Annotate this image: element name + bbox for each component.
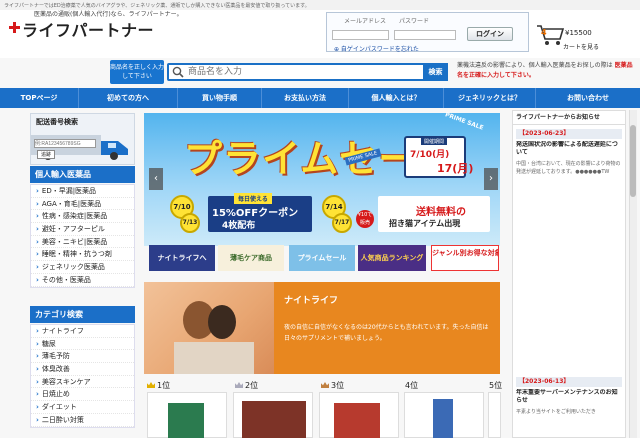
news-body: 平素より当サイトをご利用いただき xyxy=(516,409,596,415)
sub-banner-hair-care[interactable]: 薄毛ケア商品 xyxy=(218,245,284,271)
day-badge: 7/13 xyxy=(180,213,200,233)
category-item[interactable]: 避妊・アフターピル xyxy=(31,223,134,236)
category-item[interactable]: 睡眠・精神・抗うつ剤 xyxy=(31,248,134,262)
nav-shopping-steps[interactable]: 買い物手順 xyxy=(178,88,262,108)
free-shipping-sub: 招き猫アイテム出現 xyxy=(389,219,461,228)
notice-main: 薬機法違反の影響により、個人輸入医薬品をお探しの際は xyxy=(457,62,613,69)
news-title[interactable]: 発送国状況の影響による配送遅延について xyxy=(516,141,622,157)
category-search-item[interactable]: 二日酔い対策 xyxy=(31,414,134,427)
coupon-daily-label: 毎日使える xyxy=(234,193,272,204)
crown-icon xyxy=(147,382,155,388)
rank-product-card[interactable] xyxy=(404,392,484,438)
rank-label: 5位 xyxy=(489,380,502,391)
forgot-password-link[interactable]: ⊕ 自ゲインパスワードを忘れた xyxy=(334,44,419,53)
rank-product-card[interactable] xyxy=(488,392,501,438)
category-item[interactable]: 性病・感染症|医薬品 xyxy=(31,210,134,224)
main-nav: TOPページ 初めての方へ 買い物手順 お支払い方法 個人輸入とは？ ジェネリッ… xyxy=(0,88,640,108)
nav-generic[interactable]: ジェネリックとは？ xyxy=(444,88,536,108)
category-item[interactable]: 美容・ニキビ|医薬品 xyxy=(31,236,134,249)
view-cart-link[interactable]: カートを見る xyxy=(563,42,599,51)
rank-number: 4位 xyxy=(405,381,419,390)
personal-import-heading: 個人輸入医薬品 xyxy=(30,166,135,183)
news-heading: ライフパートナーからお知らせ xyxy=(512,110,626,125)
coupon-sub-text: 4枚配布 xyxy=(222,221,256,231)
tracking-search-button[interactable]: 追跡 xyxy=(37,150,55,159)
rank-product-card[interactable] xyxy=(319,392,399,438)
rank-label: 2位 xyxy=(235,380,258,391)
category-search-heading: カテゴリ検索 xyxy=(30,306,135,323)
category-item[interactable]: AGA・育毛|医薬品 xyxy=(31,198,134,211)
rank-number: 2位 xyxy=(245,381,259,390)
news-body: 中国・台湾において、現在の影響により荷物の発送が遅延しております。●●●●●●T… xyxy=(516,161,621,175)
search-button[interactable]: 検索 xyxy=(423,63,448,81)
sub-banner-ranking[interactable]: 人気商品ランキング xyxy=(358,245,426,271)
crown-icon xyxy=(321,382,329,388)
login-button[interactable]: ログイン xyxy=(467,27,513,41)
rank-label: 4位 xyxy=(405,380,418,391)
search-icon xyxy=(172,66,184,78)
rank-product-card[interactable] xyxy=(233,392,313,438)
sub-banner-prime-sale[interactable]: プライムセール xyxy=(289,245,355,271)
site-logo[interactable]: ライフパートナー xyxy=(22,17,154,41)
password-label: パスワード xyxy=(399,18,430,25)
email-field[interactable] xyxy=(332,30,389,40)
rank-number: 1位 xyxy=(157,381,171,390)
logo-cross-icon xyxy=(9,22,20,33)
sale-date-from: 7/10(月) xyxy=(410,150,450,160)
sub-banner-nightlife[interactable]: ナイトライフへ xyxy=(149,245,215,271)
category-search-item[interactable]: 薄毛予防 xyxy=(31,350,134,364)
sub-banner-deals[interactable]: ジャンル別お得な対象商品調査中 xyxy=(431,245,499,271)
crown-icon xyxy=(235,382,243,388)
news-date: 【2023-06-13】 xyxy=(516,377,622,387)
rank-number: 5位 xyxy=(489,381,503,390)
rank-label: 1位 xyxy=(147,380,170,391)
category-search-item[interactable]: 日焼止め xyxy=(31,388,134,402)
scrollbar-thumb[interactable] xyxy=(630,125,636,197)
category-search-item[interactable]: ナイトライフ xyxy=(31,325,134,338)
tracking-number-input[interactable] xyxy=(34,139,96,148)
nav-top[interactable]: TOPページ xyxy=(0,88,79,108)
category-search-list: ナイトライフ 糖尿 薄毛予防 体臭改善 美容スキンケア 日焼止め ダイエット 二… xyxy=(30,324,135,428)
search-hint: 商品名を正しく入力して下さい xyxy=(110,60,164,84)
notice-text: 薬機法違反の影響により、個人輸入医薬品をお探しの際は 医薬品名を正確に入力して下… xyxy=(457,61,637,81)
category-search-item[interactable]: 美容スキンケア xyxy=(31,376,134,389)
coupon-main-text: 15%OFFクーポン xyxy=(212,208,299,219)
category-item[interactable]: ED・早漏|医薬品 xyxy=(31,185,134,198)
rank-label: 3位 xyxy=(321,380,344,391)
feature-title[interactable]: ナイトライフ xyxy=(284,293,338,306)
cart-count-badge: 4 xyxy=(541,28,547,37)
search-input[interactable] xyxy=(188,64,418,79)
nav-first-time[interactable]: 初めての方へ xyxy=(79,88,178,108)
category-item[interactable]: ジェネリック医薬品 xyxy=(31,261,134,274)
day-badge: 7/17 xyxy=(332,213,352,233)
tracking-title: 配送番号検索 xyxy=(36,118,78,126)
nav-personal-import[interactable]: 個人輸入とは？ xyxy=(349,88,444,108)
banner-next-arrow[interactable]: › xyxy=(484,168,498,190)
rank-number: 3位 xyxy=(331,381,345,390)
category-search-item[interactable]: 体臭改善 xyxy=(31,363,134,376)
category-search-item[interactable]: 糖尿 xyxy=(31,338,134,351)
email-label: メールアドレス xyxy=(344,18,387,25)
sale-date-to: 17(月) xyxy=(437,162,474,175)
category-item[interactable]: その他・医薬品 xyxy=(31,274,134,287)
nav-payment[interactable]: お支払い方法 xyxy=(262,88,349,108)
personal-import-list: ED・早漏|医薬品 AGA・育毛|医薬品 性病・感染症|医薬品 避妊・アフターピ… xyxy=(30,184,135,288)
news-date: 【2023-06-23】 xyxy=(516,129,622,139)
feature-description: 夜の自信に自信がなくなるのは20代からとも言われています。失った自信は日々のサプ… xyxy=(284,324,489,342)
banner-prev-arrow[interactable]: ‹ xyxy=(149,168,163,190)
rank-product-card[interactable] xyxy=(147,392,227,438)
cart-total: ¥15500 xyxy=(565,29,592,37)
password-field[interactable] xyxy=(394,30,456,40)
sale-period-label: 開催期間 xyxy=(421,138,448,145)
nav-contact[interactable]: お問い合わせ xyxy=(536,88,640,108)
nightlife-photo[interactable] xyxy=(144,282,274,374)
ten-yen-badge: ¥10で販売 xyxy=(356,210,374,228)
category-search-item[interactable]: ダイエット xyxy=(31,401,134,414)
free-shipping-main: 送料無料の xyxy=(416,207,466,218)
news-title[interactable]: 年末重要サーバーメンテナンスのお知らせ xyxy=(516,389,622,405)
